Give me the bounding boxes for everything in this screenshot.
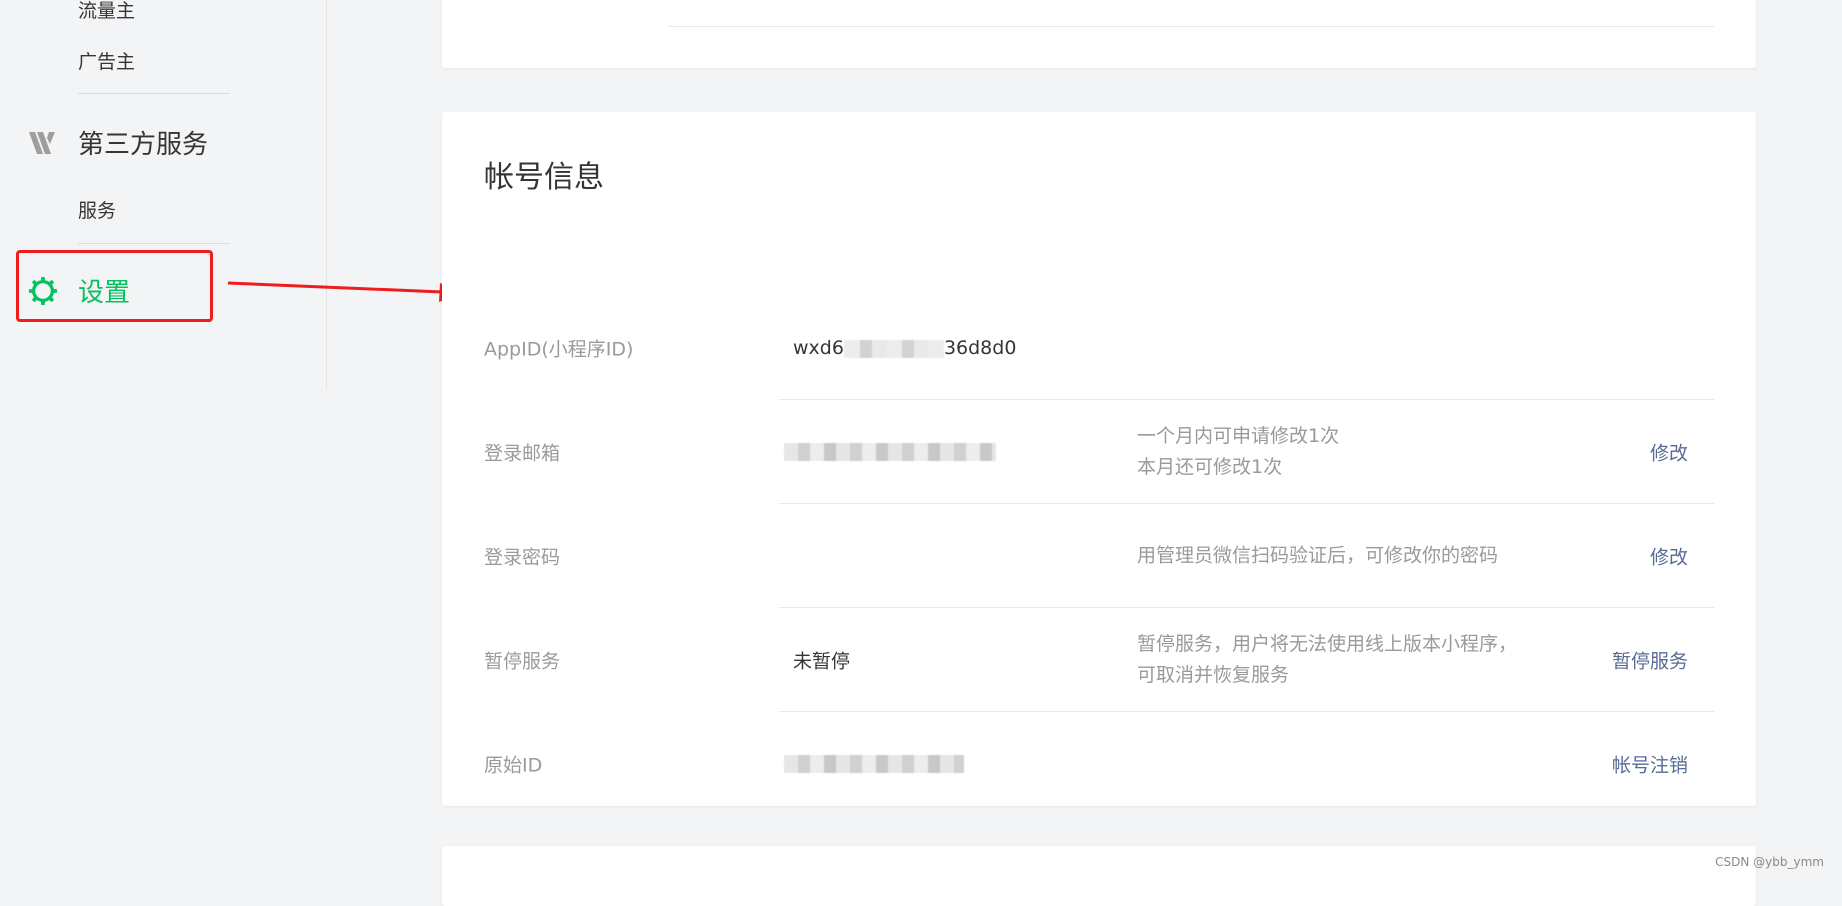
redacted-blur [843, 339, 944, 358]
appid-prefix: wxd6 [793, 337, 844, 359]
row-label: 原始ID [484, 754, 543, 777]
top-card [442, 0, 1756, 68]
sidebar-section-label: 第三方服务 [78, 130, 209, 160]
watermark: CSDN @ybb_ymm [1715, 855, 1824, 869]
description-line: 用管理员微信扫码验证后，可修改你的密码 [1137, 544, 1499, 567]
redacted-blur [784, 755, 964, 773]
section-title: 帐号信息 [484, 160, 604, 195]
description-line: 本月还可修改1次 [1137, 456, 1283, 478]
description-line: 暂停服务，用户将无法使用线上版本小程序， [1137, 633, 1518, 655]
bottom-card [442, 846, 1756, 906]
sidebar-item-traffic-owner[interactable]: 流量主 [78, 0, 135, 23]
sidebar-divider [78, 93, 230, 94]
row-appid: AppID(小程序ID) wxd6 36d8d0 [442, 296, 1756, 400]
row-description: 用管理员微信扫码验证后，可修改你的密码 [1137, 541, 1498, 572]
row-original-id: 原始ID 帐号注销 [442, 712, 1756, 816]
appid-suffix: 36d8d0 [943, 337, 1017, 359]
row-label: 暂停服务 [484, 650, 561, 673]
annotation-arrow-icon [228, 281, 464, 302]
appid-value: wxd6 36d8d0 [793, 337, 1016, 359]
sidebar: 流量主 广告主 第三方服务 服务 设置 [0, 0, 327, 390]
description-line: 一个月内可申请修改1次 [1137, 425, 1340, 447]
row-description: 一个月内可申请修改1次 本月还可修改1次 [1137, 421, 1339, 483]
sidebar-divider [78, 243, 230, 244]
third-party-icon [28, 128, 58, 158]
row-label: 登录邮箱 [484, 442, 561, 465]
sidebar-item-advertiser[interactable]: 广告主 [78, 47, 135, 74]
row-pause-service: 暂停服务 未暂停 暂停服务，用户将无法使用线上版本小程序， 可取消并恢复服务 暂… [442, 608, 1756, 712]
row-login-password: 登录密码 用管理员微信扫码验证后，可修改你的密码 修改 [442, 504, 1756, 608]
account-cancel-link[interactable]: 帐号注销 [1612, 751, 1688, 778]
sidebar-section-third-party[interactable]: 第三方服务 [28, 124, 208, 161]
service-status: 未暂停 [793, 650, 851, 673]
row-label: AppID(小程序ID) [484, 338, 634, 361]
pause-service-link[interactable]: 暂停服务 [1612, 647, 1688, 674]
modify-email-link[interactable]: 修改 [1650, 439, 1688, 466]
modify-password-link[interactable]: 修改 [1650, 543, 1688, 570]
row-login-email: 登录邮箱 一个月内可申请修改1次 本月还可修改1次 修改 [442, 400, 1756, 504]
redacted-blur [784, 443, 996, 461]
row-label: 登录密码 [484, 546, 561, 569]
row-description: 暂停服务，用户将无法使用线上版本小程序， 可取消并恢复服务 [1137, 629, 1517, 691]
sidebar-item-service[interactable]: 服务 [78, 196, 116, 223]
account-info-card: 帐号信息 AppID(小程序ID) wxd6 36d8d0 登录邮箱 一个月内可申… [442, 112, 1756, 806]
highlight-annotation-box [16, 250, 213, 322]
description-line: 可取消并恢复服务 [1137, 664, 1290, 686]
divider [668, 26, 1714, 27]
